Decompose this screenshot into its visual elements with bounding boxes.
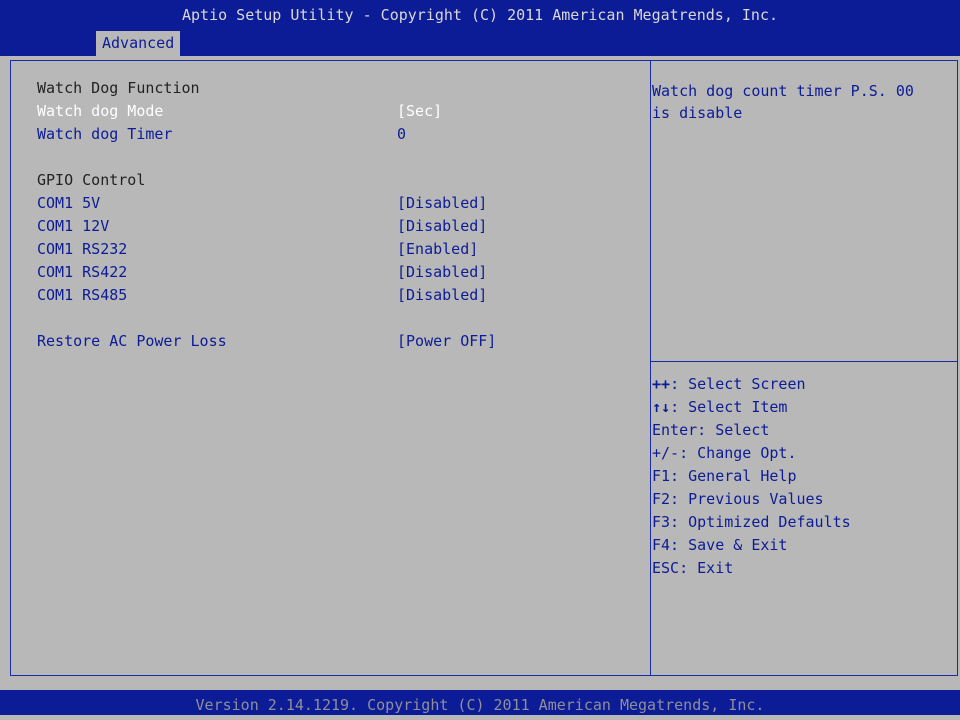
com1-rs232-label[interactable]: COM1 RS232 xyxy=(37,238,127,260)
title-bar: Aptio Setup Utility - Copyright (C) 2011… xyxy=(0,0,960,56)
restore-ac-power-loss-label[interactable]: Restore AC Power Loss xyxy=(37,330,227,352)
com1-rs232-value[interactable]: [Enabled] xyxy=(397,238,478,260)
com1-5v-label[interactable]: COM1 5V xyxy=(37,192,100,214)
tab-advanced[interactable]: Advanced xyxy=(96,31,181,56)
key-enter: Enter: Select xyxy=(652,421,770,439)
com1-rs422-label[interactable]: COM1 RS422 xyxy=(37,261,127,283)
watchdog-timer-label[interactable]: Watch dog Timer xyxy=(37,123,172,145)
watchdog-mode-label[interactable]: Watch dog Mode xyxy=(37,100,163,122)
key-f3: F3: Optimized Defaults xyxy=(652,513,851,531)
panel-divider xyxy=(650,60,651,676)
key-legend: ++: Select Screen ↑↓: Select Item Enter:… xyxy=(652,373,952,580)
watchdog-section-heading: Watch Dog Function xyxy=(37,79,200,97)
key-change: +/-: Change Opt. xyxy=(652,444,797,462)
key-f4: F4: Save & Exit xyxy=(652,536,788,554)
key-f2: F2: Previous Values xyxy=(652,490,824,508)
main-frame xyxy=(10,60,958,676)
app-title: Aptio Setup Utility - Copyright (C) 2011… xyxy=(181,6,779,24)
restore-ac-power-loss-value[interactable]: [Power OFF] xyxy=(397,330,496,352)
com1-rs485-value[interactable]: [Disabled] xyxy=(397,284,487,306)
key-esc: ESC: Exit xyxy=(652,559,734,577)
help-text: Watch dog count timer P.S. 00 is disable xyxy=(652,82,914,122)
gpio-section-heading: GPIO Control xyxy=(37,171,146,189)
com1-12v-label[interactable]: COM1 12V xyxy=(37,215,109,237)
version-footer: Version 2.14.1219. Copyright (C) 2011 Am… xyxy=(0,690,960,715)
com1-5v-value[interactable]: [Disabled] xyxy=(397,192,487,214)
arrows-ud-icon: ↑↓ xyxy=(652,398,671,416)
watchdog-timer-value[interactable]: 0 xyxy=(397,123,406,145)
help-divider xyxy=(650,361,958,362)
key-select-item: ↑↓: Select Item xyxy=(652,398,788,416)
key-f1: F1: General Help xyxy=(652,467,797,485)
com1-rs422-value[interactable]: [Disabled] xyxy=(397,261,487,283)
watchdog-mode-value[interactable]: [Sec] xyxy=(397,100,442,122)
arrows-lr-icon: ++ xyxy=(652,375,671,393)
com1-rs485-label[interactable]: COM1 RS485 xyxy=(37,284,127,306)
key-select-screen: ++: Select Screen xyxy=(652,375,806,393)
com1-12v-value[interactable]: [Disabled] xyxy=(397,215,487,237)
